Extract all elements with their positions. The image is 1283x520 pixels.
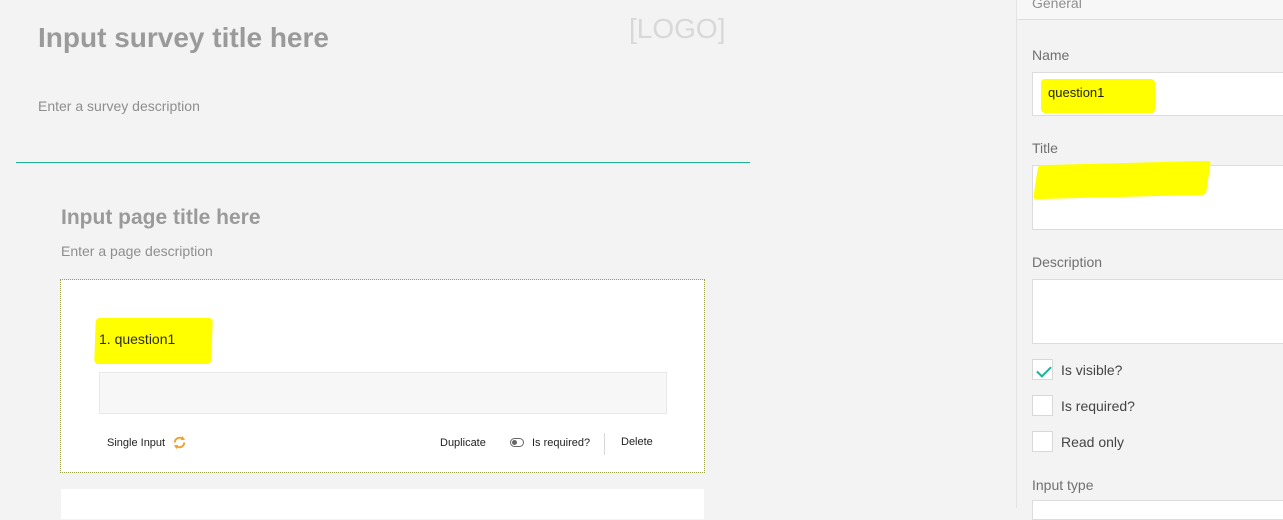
action-separator <box>604 433 605 455</box>
change-type-icon[interactable] <box>172 435 187 450</box>
survey-description[interactable]: Enter a survey description <box>38 98 200 114</box>
question-title[interactable]: 1. question1 <box>99 331 175 347</box>
description-label: Description <box>1032 254 1103 270</box>
title-label: Title <box>1032 140 1058 156</box>
header-divider <box>16 162 750 163</box>
description-field[interactable] <box>1032 279 1283 344</box>
page-description[interactable]: Enter a page description <box>61 243 213 259</box>
duplicate-button[interactable]: Duplicate <box>440 437 486 449</box>
required-toggle-label[interactable]: Is required? <box>532 437 590 449</box>
is-required-checkbox[interactable] <box>1032 395 1053 416</box>
tab-general-label: General <box>1032 0 1082 11</box>
question-type-label[interactable]: Single Input <box>107 437 165 449</box>
name-value: question1 <box>1048 85 1105 100</box>
title-highlight <box>1033 160 1211 200</box>
next-question-card[interactable] <box>61 489 704 519</box>
delete-button[interactable]: Delete <box>621 436 653 448</box>
survey-title[interactable]: Input survey title here <box>38 22 329 54</box>
read-only-checkbox[interactable] <box>1032 431 1053 452</box>
question-answer-input[interactable] <box>99 372 667 414</box>
tab-general[interactable]: General <box>1017 0 1283 20</box>
name-label: Name <box>1032 47 1070 63</box>
is-required-label[interactable]: Is required? <box>1061 398 1135 414</box>
toggle-knob <box>512 440 517 445</box>
read-only-label[interactable]: Read only <box>1061 434 1124 450</box>
logo-placeholder[interactable]: [LOGO] <box>629 13 725 45</box>
page-title[interactable]: Input page title here <box>61 206 261 230</box>
input-type-select[interactable] <box>1032 500 1283 520</box>
is-visible-label[interactable]: Is visible? <box>1061 362 1122 378</box>
input-type-label: Input type <box>1032 477 1094 493</box>
